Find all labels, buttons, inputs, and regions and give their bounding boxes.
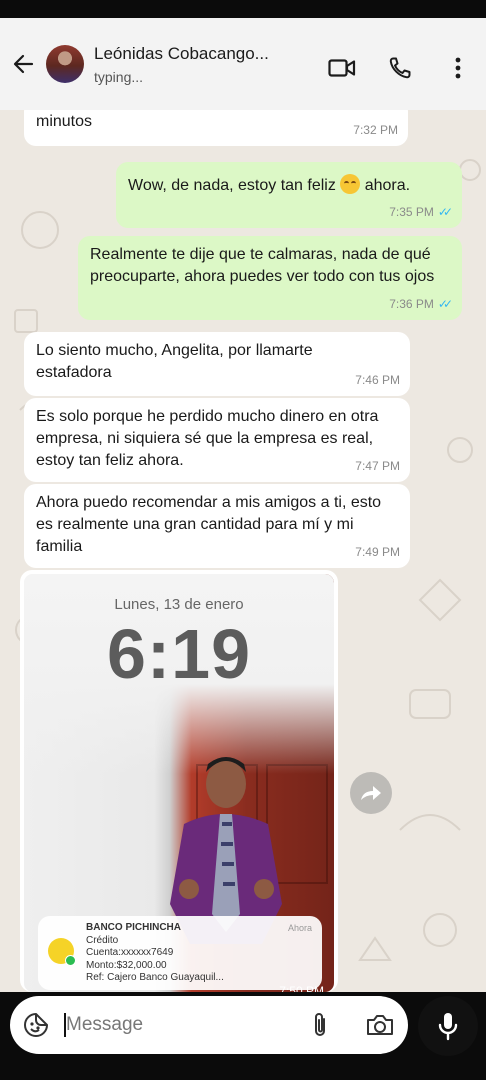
message-bubble-outgoing[interactable]: Wow, de nada, estoy tan feliz ahora. 7:3… <box>116 162 462 228</box>
status-bar <box>0 0 486 18</box>
notification-line: Ref: Cajero Banco Guayaquil... <box>86 972 224 983</box>
forward-icon[interactable] <box>350 772 392 814</box>
message-text: inversión en mi cuenta bancaria hace uno… <box>36 113 93 130</box>
message-time: 7:46 PM <box>355 373 400 387</box>
bank-notification: Ahora BANCO PICHINCHA Crédito Cuenta:xxx… <box>38 916 322 990</box>
message-input[interactable]: Message <box>66 1014 143 1036</box>
message-time: 7:35 PM <box>389 205 434 219</box>
image-time: 7:50 PM <box>279 984 324 992</box>
message-bubble-incoming[interactable]: Ahora puedo recomendar a mis amigos a ti… <box>24 484 410 568</box>
read-receipt-icon: ✓✓ <box>437 297 453 311</box>
lockscreen-date: Lunes, 13 de enero <box>114 596 244 613</box>
mic-icon[interactable] <box>418 996 478 1056</box>
notification-line: Cuenta:xxxxxx7649 <box>86 947 174 958</box>
notification-title: BANCO PICHINCHA <box>86 922 181 933</box>
message-text: Ahora puedo recomendar a mis amigos a ti… <box>36 494 382 555</box>
message-bubble-outgoing[interactable]: Realmente te dije que te calmaras, nada … <box>78 236 462 320</box>
message-composer: Message <box>10 996 408 1054</box>
message-text: Lo siento mucho, Angelita, por llamarte … <box>36 342 313 381</box>
message-time: 7:49 PM <box>355 545 400 559</box>
contact-info[interactable]: Leónidas Cobacango... typing... <box>94 44 304 85</box>
attach-icon[interactable] <box>306 1011 334 1039</box>
video-call-icon[interactable] <box>328 54 356 82</box>
more-options-icon[interactable] <box>444 54 472 82</box>
message-bubble-incoming[interactable]: Lo siento mucho, Angelita, por llamarte … <box>24 332 410 396</box>
lockscreen-photo[interactable]: Lunes, 13 de enero 6:19 Ahora BANCO PICH… <box>24 574 334 992</box>
message-text: Realmente te dije que te calmaras, nada … <box>90 246 435 285</box>
camera-icon[interactable] <box>366 1011 394 1039</box>
back-arrow-icon[interactable] <box>8 49 38 79</box>
chat-area[interactable]: inversión en mi cuenta bancaria hace uno… <box>0 110 486 992</box>
message-text-suffix: ahora. <box>364 177 411 194</box>
nav-bar <box>0 1058 486 1080</box>
notification-line: Monto:$32,000.00 <box>86 959 167 971</box>
read-receipt-icon: ✓✓ <box>437 205 453 219</box>
contact-name: Leónidas Cobacango... <box>94 43 269 63</box>
message-text: Es solo porque he perdido mucho dinero e… <box>36 408 379 469</box>
avatar[interactable] <box>46 45 84 83</box>
notification-line: Crédito <box>86 934 119 946</box>
emoji-icon[interactable] <box>22 1011 50 1039</box>
message-bubble-incoming[interactable]: inversión en mi cuenta bancaria hace uno… <box>24 110 408 146</box>
message-text: Wow, de nada, estoy tan feliz <box>128 177 336 194</box>
message-time: 7:36 PM <box>389 297 434 311</box>
message-bubble-incoming[interactable]: Es solo porque he perdido mucho dinero e… <box>24 398 410 482</box>
image-message[interactable]: Lunes, 13 de enero 6:19 Ahora BANCO PICH… <box>20 570 338 992</box>
lockscreen-time: 6:19 <box>106 615 252 693</box>
bank-app-icon <box>48 938 76 966</box>
chat-header: Leónidas Cobacango... typing... <box>0 18 486 110</box>
contact-status: typing... <box>94 68 144 85</box>
notification-time: Ahora <box>287 923 312 933</box>
smiling-face-emoji-icon <box>340 174 361 194</box>
voice-call-icon[interactable] <box>386 54 414 82</box>
message-time: 7:32 PM <box>353 123 398 137</box>
message-time: 7:47 PM <box>355 459 400 473</box>
